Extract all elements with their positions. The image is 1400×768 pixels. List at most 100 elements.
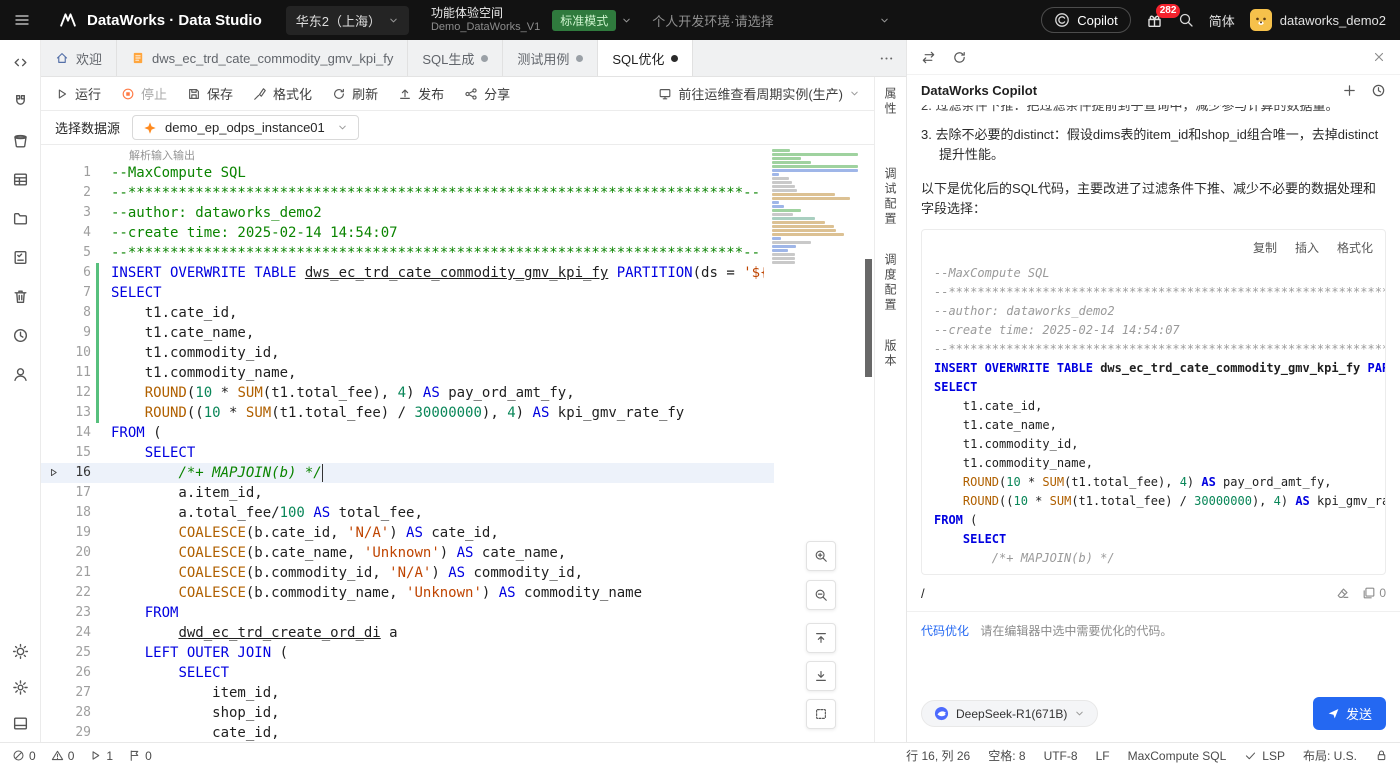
new-chat-icon[interactable] bbox=[1342, 83, 1357, 98]
format-button[interactable]: 格式化 bbox=[1337, 238, 1373, 258]
run-button[interactable]: 运行 bbox=[55, 84, 101, 103]
scrollbar-thumb[interactable] bbox=[865, 259, 872, 377]
sidebar-icon-sun[interactable] bbox=[12, 643, 29, 660]
code-line-2[interactable]: --**************************************… bbox=[111, 183, 764, 203]
status-keyboard-layout[interactable]: 布局: U.S. bbox=[1303, 747, 1357, 764]
code-line-10[interactable]: t1.commodity_id, bbox=[111, 343, 764, 363]
status-flags[interactable]: 0 bbox=[128, 749, 152, 763]
tab-versions[interactable]: 版本 bbox=[882, 339, 899, 369]
notifications-button[interactable]: 282 bbox=[1146, 12, 1163, 29]
sidebar-icon-user[interactable] bbox=[12, 366, 29, 383]
share-button[interactable]: 分享 bbox=[464, 84, 510, 103]
code-line-25[interactable]: LEFT OUTER JOIN ( bbox=[111, 643, 764, 663]
code-line-8[interactable]: t1.cate_id, bbox=[111, 303, 764, 323]
status-eol[interactable]: LF bbox=[1096, 749, 1110, 763]
copilot-button[interactable]: Copilot bbox=[1041, 7, 1130, 33]
zoom-in-button[interactable] bbox=[806, 541, 836, 571]
format-button[interactable]: 格式化 bbox=[253, 84, 312, 103]
sidebar-icon-code[interactable] bbox=[12, 54, 29, 71]
status-lock[interactable] bbox=[1375, 749, 1388, 762]
compare-icon[interactable] bbox=[921, 50, 936, 65]
copy-button[interactable]: 复制 bbox=[1253, 238, 1277, 258]
sidebar-icon-bucket[interactable] bbox=[12, 132, 29, 149]
sidebar-icon-history[interactable] bbox=[12, 327, 29, 344]
sidebar-icon-table[interactable] bbox=[12, 171, 29, 188]
tab-sql-gen[interactable]: SQL生成 bbox=[408, 40, 503, 76]
status-runs[interactable]: 1 bbox=[89, 749, 113, 763]
code-line-21[interactable]: COALESCE(b.commodity_id, 'N/A') AS commo… bbox=[111, 563, 764, 583]
send-button[interactable]: 发送 bbox=[1313, 697, 1386, 730]
code-line-11[interactable]: t1.commodity_name, bbox=[111, 363, 764, 383]
tab-welcome[interactable]: 欢迎 bbox=[41, 40, 117, 76]
sidebar-icon-trash[interactable] bbox=[12, 288, 29, 305]
close-panel-icon[interactable] bbox=[1372, 50, 1386, 64]
tab-sql-optimize[interactable]: SQL优化 bbox=[598, 40, 693, 76]
datasource-select[interactable]: demo_ep_odps_instance01 bbox=[132, 115, 359, 140]
mode-selector[interactable]: 标准模式 bbox=[552, 10, 632, 31]
code-line-18[interactable]: a.total_fee/100 AS total_fee, bbox=[111, 503, 764, 523]
editor-scrollbar[interactable] bbox=[864, 145, 873, 742]
code-line-24[interactable]: dwd_ec_trd_create_ord_di a bbox=[111, 623, 764, 643]
clear-input-icon[interactable] bbox=[1336, 586, 1350, 600]
save-button[interactable]: 保存 bbox=[187, 84, 233, 103]
status-encoding[interactable]: UTF-8 bbox=[1044, 749, 1078, 763]
code-line-20[interactable]: COALESCE(b.cate_name, 'Unknown') AS cate… bbox=[111, 543, 764, 563]
sql-editor[interactable]: 解析输入输出 123456789101112131415161718192021… bbox=[41, 145, 874, 742]
selection-button[interactable] bbox=[806, 699, 836, 729]
code-line-27[interactable]: item_id, bbox=[111, 683, 764, 703]
tab-debug-config[interactable]: 调试配置 bbox=[882, 167, 899, 227]
history-icon[interactable] bbox=[1371, 83, 1386, 98]
tab-node[interactable]: dws_ec_trd_cate_commodity_gmv_kpi_fy bbox=[117, 40, 408, 76]
code-line-6[interactable]: INSERT OVERWRITE TABLE dws_ec_trd_cate_c… bbox=[111, 263, 764, 283]
sidebar-icon-tasks[interactable] bbox=[12, 249, 29, 266]
workspace-selector[interactable]: 功能体验空间 Demo_DataWorks_V1 bbox=[431, 6, 540, 34]
tab-schedule-config[interactable]: 调度配置 bbox=[882, 253, 899, 313]
sidebar-icon-panel[interactable] bbox=[12, 715, 29, 732]
zoom-out-button[interactable] bbox=[806, 580, 836, 610]
sidebar-icon-gear[interactable] bbox=[12, 679, 29, 696]
sidebar-icon-folder[interactable] bbox=[12, 210, 29, 227]
code-line-28[interactable]: shop_id, bbox=[111, 703, 764, 723]
status-language-mode[interactable]: MaxCompute SQL bbox=[1128, 749, 1227, 763]
status-indent[interactable]: 空格: 8 bbox=[988, 747, 1025, 764]
context-counter[interactable]: 0 bbox=[1362, 586, 1386, 600]
status-warnings[interactable]: 0 bbox=[51, 749, 75, 763]
tab-test-case[interactable]: 测试用例 bbox=[503, 40, 598, 76]
stop-button[interactable]: 停止 bbox=[121, 84, 167, 103]
publish-button[interactable]: 发布 bbox=[398, 84, 444, 103]
menu-icon[interactable] bbox=[14, 12, 30, 28]
run-line-icon[interactable] bbox=[48, 467, 59, 478]
env-selector[interactable]: 个人开发环境·请选择 bbox=[652, 11, 890, 30]
status-errors[interactable]: 0 bbox=[12, 749, 36, 763]
code-line-1[interactable]: --MaxCompute SQL bbox=[111, 163, 764, 183]
code-line-29[interactable]: cate_id, bbox=[111, 723, 764, 742]
status-lsp-status[interactable]: LSP bbox=[1244, 749, 1285, 763]
code-line-14[interactable]: FROM ( bbox=[111, 423, 764, 443]
sidebar-icon-magnet[interactable] bbox=[12, 93, 29, 110]
codelens[interactable]: 解析输入输出 bbox=[129, 147, 195, 163]
scroll-bottom-button[interactable] bbox=[806, 661, 836, 691]
code-line-7[interactable]: SELECT bbox=[111, 283, 764, 303]
search-icon[interactable] bbox=[1178, 12, 1194, 28]
code-line-3[interactable]: --author: dataworks_demo2 bbox=[111, 203, 764, 223]
language-switcher[interactable]: 简体 bbox=[1209, 11, 1235, 30]
code-line-19[interactable]: COALESCE(b.cate_id, 'N/A') AS cate_id, bbox=[111, 523, 764, 543]
scroll-top-button[interactable] bbox=[806, 623, 836, 653]
code-line-16[interactable]: /*+ MAPJOIN(b) */ bbox=[111, 463, 764, 483]
hint-command[interactable]: 代码优化 bbox=[921, 624, 969, 638]
user-menu[interactable]: dataworks_demo2 bbox=[1250, 9, 1386, 31]
insert-button[interactable]: 插入 bbox=[1295, 238, 1319, 258]
editor-code[interactable]: --MaxCompute SQL--**********************… bbox=[111, 163, 764, 742]
minimap[interactable] bbox=[772, 149, 860, 264]
code-line-9[interactable]: t1.cate_name, bbox=[111, 323, 764, 343]
reset-icon[interactable] bbox=[952, 50, 967, 65]
refresh-button[interactable]: 刷新 bbox=[332, 84, 378, 103]
more-tabs-icon[interactable] bbox=[879, 51, 894, 66]
code-line-17[interactable]: a.item_id, bbox=[111, 483, 764, 503]
model-selector[interactable]: DeepSeek-R1(671B) bbox=[921, 700, 1098, 727]
status-cursor-position[interactable]: 行 16, 列 26 bbox=[906, 747, 970, 764]
tab-properties[interactable]: 属性 bbox=[882, 87, 899, 117]
code-line-15[interactable]: SELECT bbox=[111, 443, 764, 463]
ops-link[interactable]: 前往运维查看周期实例(生产) bbox=[658, 84, 860, 103]
code-line-12[interactable]: ROUND(10 * SUM(t1.total_fee), 4) AS pay_… bbox=[111, 383, 764, 403]
